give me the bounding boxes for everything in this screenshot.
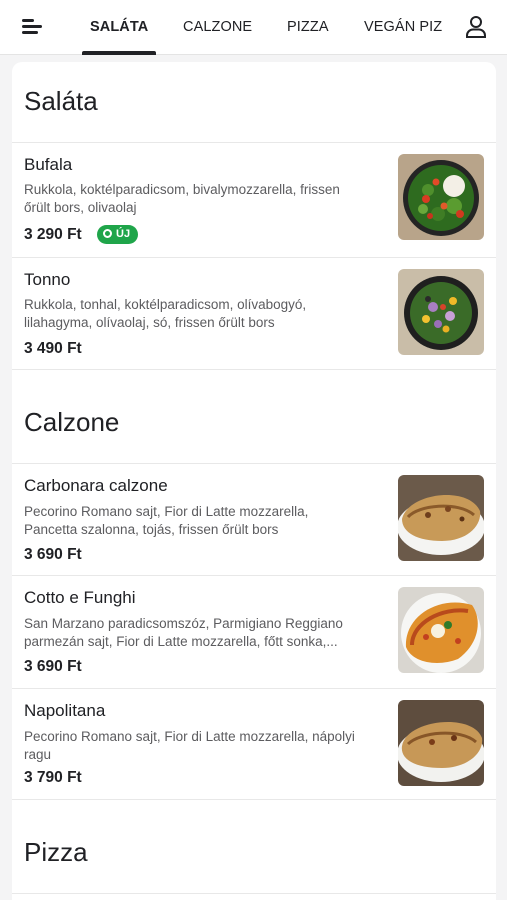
- new-icon: [103, 229, 112, 238]
- menu-item-napolitana[interactable]: Napolitana Pecorino Romano sajt, Fior di…: [12, 689, 496, 799]
- item-price: 3 690 Ft: [24, 658, 82, 675]
- user-icon[interactable]: [462, 13, 490, 41]
- item-photo: [398, 587, 484, 673]
- item-description: Rukkola, koktélparadicsom, bivalymozzare…: [24, 182, 340, 215]
- item-photo: [398, 269, 484, 355]
- menu-item-carbonara-calzone[interactable]: Carbonara calzone Pecorino Romano sajt, …: [12, 464, 496, 575]
- item-description: San Marzano paradicsomszóz, Parmigiano R…: [24, 616, 343, 649]
- item-price: 3 690 Ft: [24, 546, 82, 563]
- menu-item-bufala[interactable]: Bufala Rukkola, koktélparadicsom, bivaly…: [12, 143, 496, 256]
- item-price: 3 290 Ft: [24, 226, 82, 243]
- item-photo: [398, 700, 484, 786]
- item-name: Cotto e Funghi: [24, 588, 136, 607]
- item-name: Napolitana: [24, 701, 106, 720]
- category-tabs: SALÁTA CALZONE PIZZA VEGÁN PIZ: [62, 0, 444, 55]
- top-navigation-bar: SALÁTA CALZONE PIZZA VEGÁN PIZ: [0, 0, 507, 55]
- divider: [12, 799, 496, 800]
- item-price: 3 490 Ft: [24, 340, 82, 357]
- section-title-calzone: Calzone: [24, 407, 120, 437]
- tab-pizza[interactable]: PIZZA: [287, 0, 329, 55]
- item-description: Rukkola, tonhal, koktélparadicsom, olíva…: [24, 297, 307, 330]
- item-photo: [398, 154, 484, 240]
- item-name: Carbonara calzone: [24, 476, 168, 495]
- new-badge: ÚJ: [97, 225, 139, 244]
- menu-item-tonno[interactable]: Tonno Rukkola, tonhal, koktélparadicsom,…: [12, 258, 496, 370]
- divider: [12, 369, 496, 370]
- item-photo: [398, 475, 484, 561]
- menu-item-cotto-e-funghi[interactable]: Cotto e Funghi San Marzano paradicsomszó…: [12, 576, 496, 688]
- section-title-salata: Saláta: [24, 86, 98, 116]
- tab-salata[interactable]: SALÁTA: [81, 0, 157, 55]
- hamburger-icon[interactable]: [20, 15, 46, 39]
- item-price: 3 790 Ft: [24, 769, 82, 786]
- divider: [12, 893, 496, 894]
- item-description: Pecorino Romano sajt, Fior di Latte mozz…: [24, 504, 309, 537]
- item-name: Bufala: [24, 155, 73, 174]
- tab-calzone[interactable]: CALZONE: [183, 0, 252, 55]
- tab-vegan-pizza[interactable]: VEGÁN PIZ: [364, 0, 442, 55]
- item-name: Tonno: [24, 270, 71, 289]
- item-description: Pecorino Romano sajt, Fior di Latte mozz…: [24, 729, 355, 762]
- section-title-pizza: Pizza: [24, 837, 88, 867]
